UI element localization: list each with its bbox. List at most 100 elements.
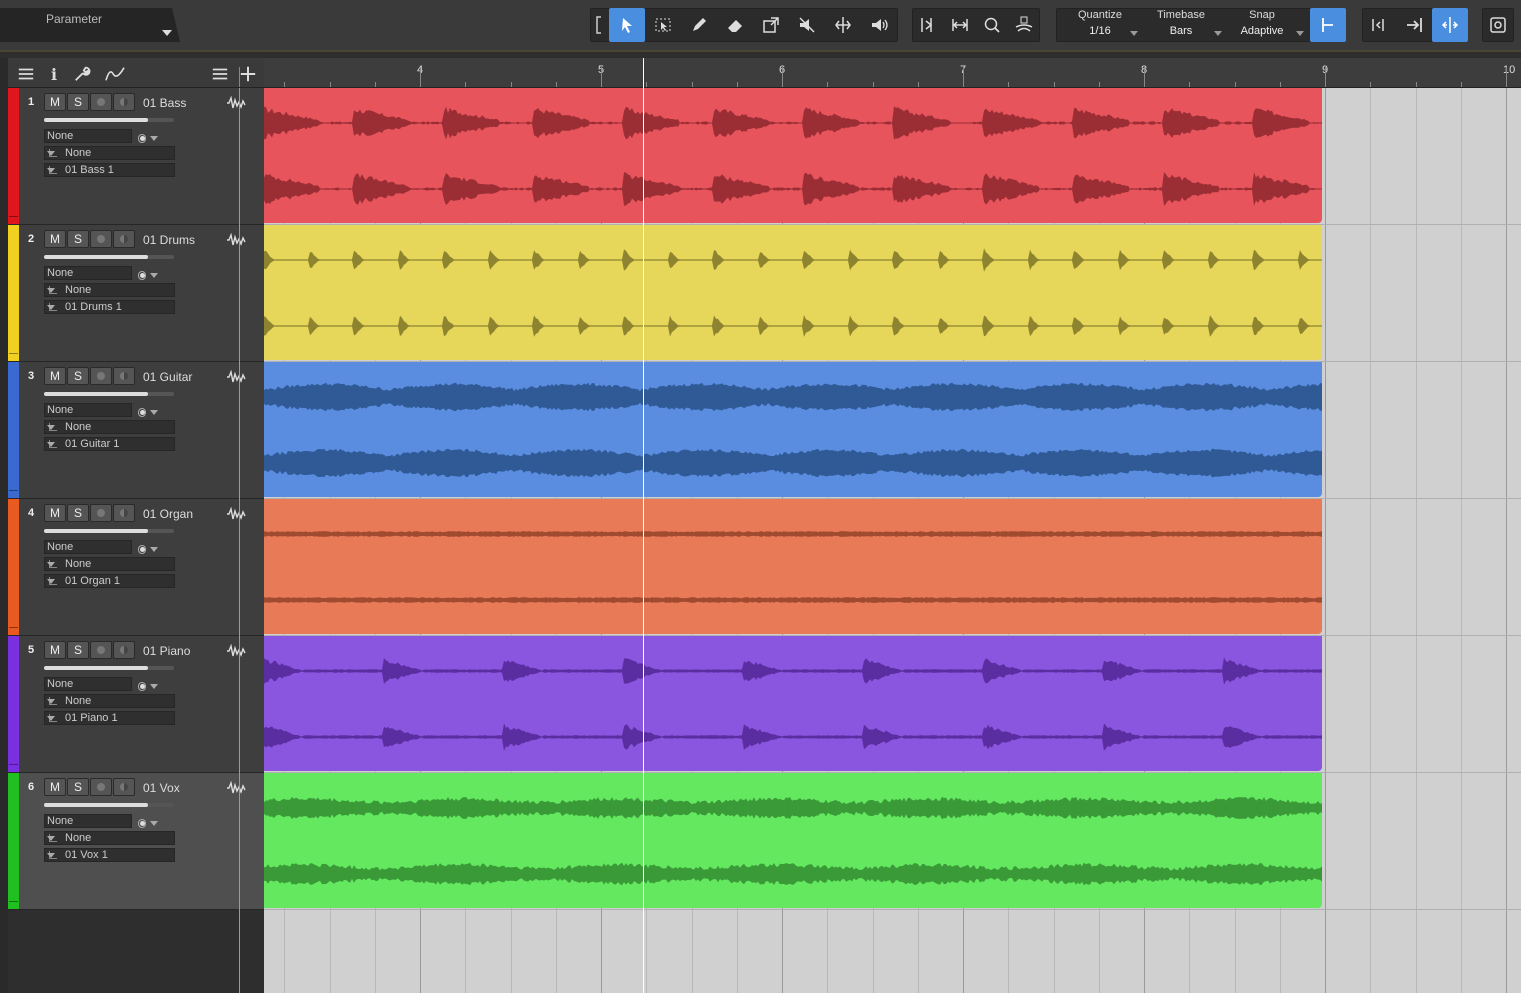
- take-selector[interactable]: 01 Vox 1: [44, 848, 175, 862]
- track-header[interactable]: 1 M S 01 Bass None None 01 Bass 1: [8, 88, 264, 225]
- input-selector[interactable]: None: [44, 814, 132, 828]
- add-track-icon[interactable]: [238, 64, 258, 84]
- take-selector[interactable]: 01 Organ 1: [44, 574, 175, 588]
- track-color-strip[interactable]: [8, 225, 19, 361]
- zoom-button[interactable]: [974, 8, 1010, 42]
- record-arm-button[interactable]: [90, 367, 112, 385]
- input-monitor-toggle[interactable]: [138, 680, 158, 692]
- mute-button[interactable]: M: [44, 504, 66, 522]
- solo-button[interactable]: S: [67, 641, 89, 659]
- timebase-dropdown-arrow[interactable]: [1214, 31, 1222, 36]
- waveform-icon[interactable]: [226, 644, 246, 658]
- settings-button[interactable]: [1480, 8, 1516, 42]
- eraser-tool-button[interactable]: [717, 8, 753, 42]
- track-name[interactable]: 01 Bass: [143, 96, 186, 110]
- monitor-button[interactable]: [113, 367, 135, 385]
- volume-slider[interactable]: [44, 255, 174, 259]
- monitor-button[interactable]: [113, 504, 135, 522]
- record-arm-button[interactable]: [90, 778, 112, 796]
- cursor-follow-button[interactable]: [1432, 8, 1468, 42]
- output-selector[interactable]: None: [44, 420, 175, 434]
- input-selector[interactable]: None: [44, 129, 132, 143]
- take-selector[interactable]: 01 Guitar 1: [44, 437, 175, 451]
- take-selector[interactable]: 01 Drums 1: [44, 300, 175, 314]
- timebase-setting[interactable]: Timebase Bars: [1154, 9, 1222, 37]
- waveform-icon[interactable]: [226, 96, 246, 110]
- solo-button[interactable]: S: [67, 778, 89, 796]
- parameter-dropdown-arrow[interactable]: [162, 30, 172, 36]
- timebase-value[interactable]: Bars: [1154, 25, 1208, 37]
- waveform-icon[interactable]: [226, 507, 246, 521]
- track-color-strip[interactable]: [8, 499, 19, 635]
- record-arm-button[interactable]: [90, 93, 112, 111]
- waveform-icon[interactable]: [226, 370, 246, 384]
- split-tool-button[interactable]: [825, 8, 861, 42]
- mute-button[interactable]: M: [44, 367, 66, 385]
- arrangement-view[interactable]: [239, 88, 1521, 993]
- output-selector[interactable]: None: [44, 694, 175, 708]
- quantize-setting[interactable]: Quantize 1/16: [1076, 9, 1138, 37]
- volume-slider[interactable]: [44, 529, 174, 533]
- input-selector[interactable]: None: [44, 266, 132, 280]
- mute-button[interactable]: M: [44, 230, 66, 248]
- input-monitor-toggle[interactable]: [138, 406, 158, 418]
- output-selector[interactable]: None: [44, 831, 175, 845]
- track-color-strip[interactable]: [8, 773, 19, 909]
- input-monitor-toggle[interactable]: [138, 269, 158, 281]
- track-list-icon[interactable]: [210, 64, 230, 84]
- track-header[interactable]: 6 M S 01 Vox None None 01 Vox 1: [8, 773, 264, 910]
- info-icon[interactable]: i: [44, 64, 64, 84]
- solo-button[interactable]: S: [67, 504, 89, 522]
- record-arm-button[interactable]: [90, 504, 112, 522]
- snap-value[interactable]: Adaptive: [1234, 25, 1290, 37]
- audio-clip[interactable]: [264, 636, 1322, 771]
- track-header[interactable]: 3 M S 01 Guitar None None 01 Guitar 1: [8, 362, 264, 499]
- snap-dropdown-arrow[interactable]: [1296, 31, 1304, 36]
- parameter-selector[interactable]: Parameter: [0, 8, 180, 42]
- monitor-button[interactable]: [113, 93, 135, 111]
- follow-button[interactable]: [1006, 8, 1042, 42]
- shift-left-button[interactable]: [910, 8, 946, 42]
- waveform-icon[interactable]: [226, 233, 246, 247]
- monitor-button[interactable]: [113, 778, 135, 796]
- output-selector[interactable]: None: [44, 283, 175, 297]
- audio-clip[interactable]: [264, 88, 1322, 223]
- mute-button[interactable]: M: [44, 641, 66, 659]
- waveform-icon[interactable]: [226, 781, 246, 795]
- track-name[interactable]: 01 Vox: [143, 781, 180, 795]
- track-header[interactable]: 2 M S 01 Drums None None 01 Drums 1: [8, 225, 264, 362]
- monitor-button[interactable]: [113, 641, 135, 659]
- loop-start-button[interactable]: [1360, 8, 1396, 42]
- track-color-strip[interactable]: [8, 636, 19, 772]
- input-selector[interactable]: None: [44, 540, 132, 554]
- quantize-dropdown-arrow[interactable]: [1130, 31, 1138, 36]
- volume-slider[interactable]: [44, 118, 174, 122]
- audio-clip[interactable]: [264, 362, 1322, 497]
- output-selector[interactable]: None: [44, 146, 175, 160]
- audio-clip[interactable]: [264, 225, 1322, 360]
- range-tool-button[interactable]: [645, 8, 681, 42]
- autoscroll-button[interactable]: [1396, 8, 1432, 42]
- volume-slider[interactable]: [44, 666, 174, 670]
- arrow-tool-button[interactable]: [609, 8, 645, 42]
- bend-tool-button[interactable]: [753, 8, 789, 42]
- stretch-button[interactable]: [942, 8, 978, 42]
- input-monitor-toggle[interactable]: [138, 543, 158, 555]
- take-selector[interactable]: 01 Piano 1: [44, 711, 175, 725]
- select-bracket-icon[interactable]: [590, 8, 608, 42]
- solo-button[interactable]: S: [67, 93, 89, 111]
- mute-button[interactable]: M: [44, 778, 66, 796]
- track-color-strip[interactable]: [8, 88, 19, 224]
- track-header[interactable]: 4 M S 01 Organ None None 01 Organ 1: [8, 499, 264, 636]
- monitor-button[interactable]: [113, 230, 135, 248]
- track-name[interactable]: 01 Piano: [143, 644, 190, 658]
- record-arm-button[interactable]: [90, 641, 112, 659]
- input-selector[interactable]: None: [44, 403, 132, 417]
- solo-button[interactable]: S: [67, 367, 89, 385]
- volume-slider[interactable]: [44, 803, 174, 807]
- pencil-tool-button[interactable]: [681, 8, 717, 42]
- track-header[interactable]: 5 M S 01 Piano None None 01 Piano 1: [8, 636, 264, 773]
- track-name[interactable]: 01 Drums: [143, 233, 195, 247]
- listen-tool-button[interactable]: [861, 8, 897, 42]
- mute-button[interactable]: M: [44, 93, 66, 111]
